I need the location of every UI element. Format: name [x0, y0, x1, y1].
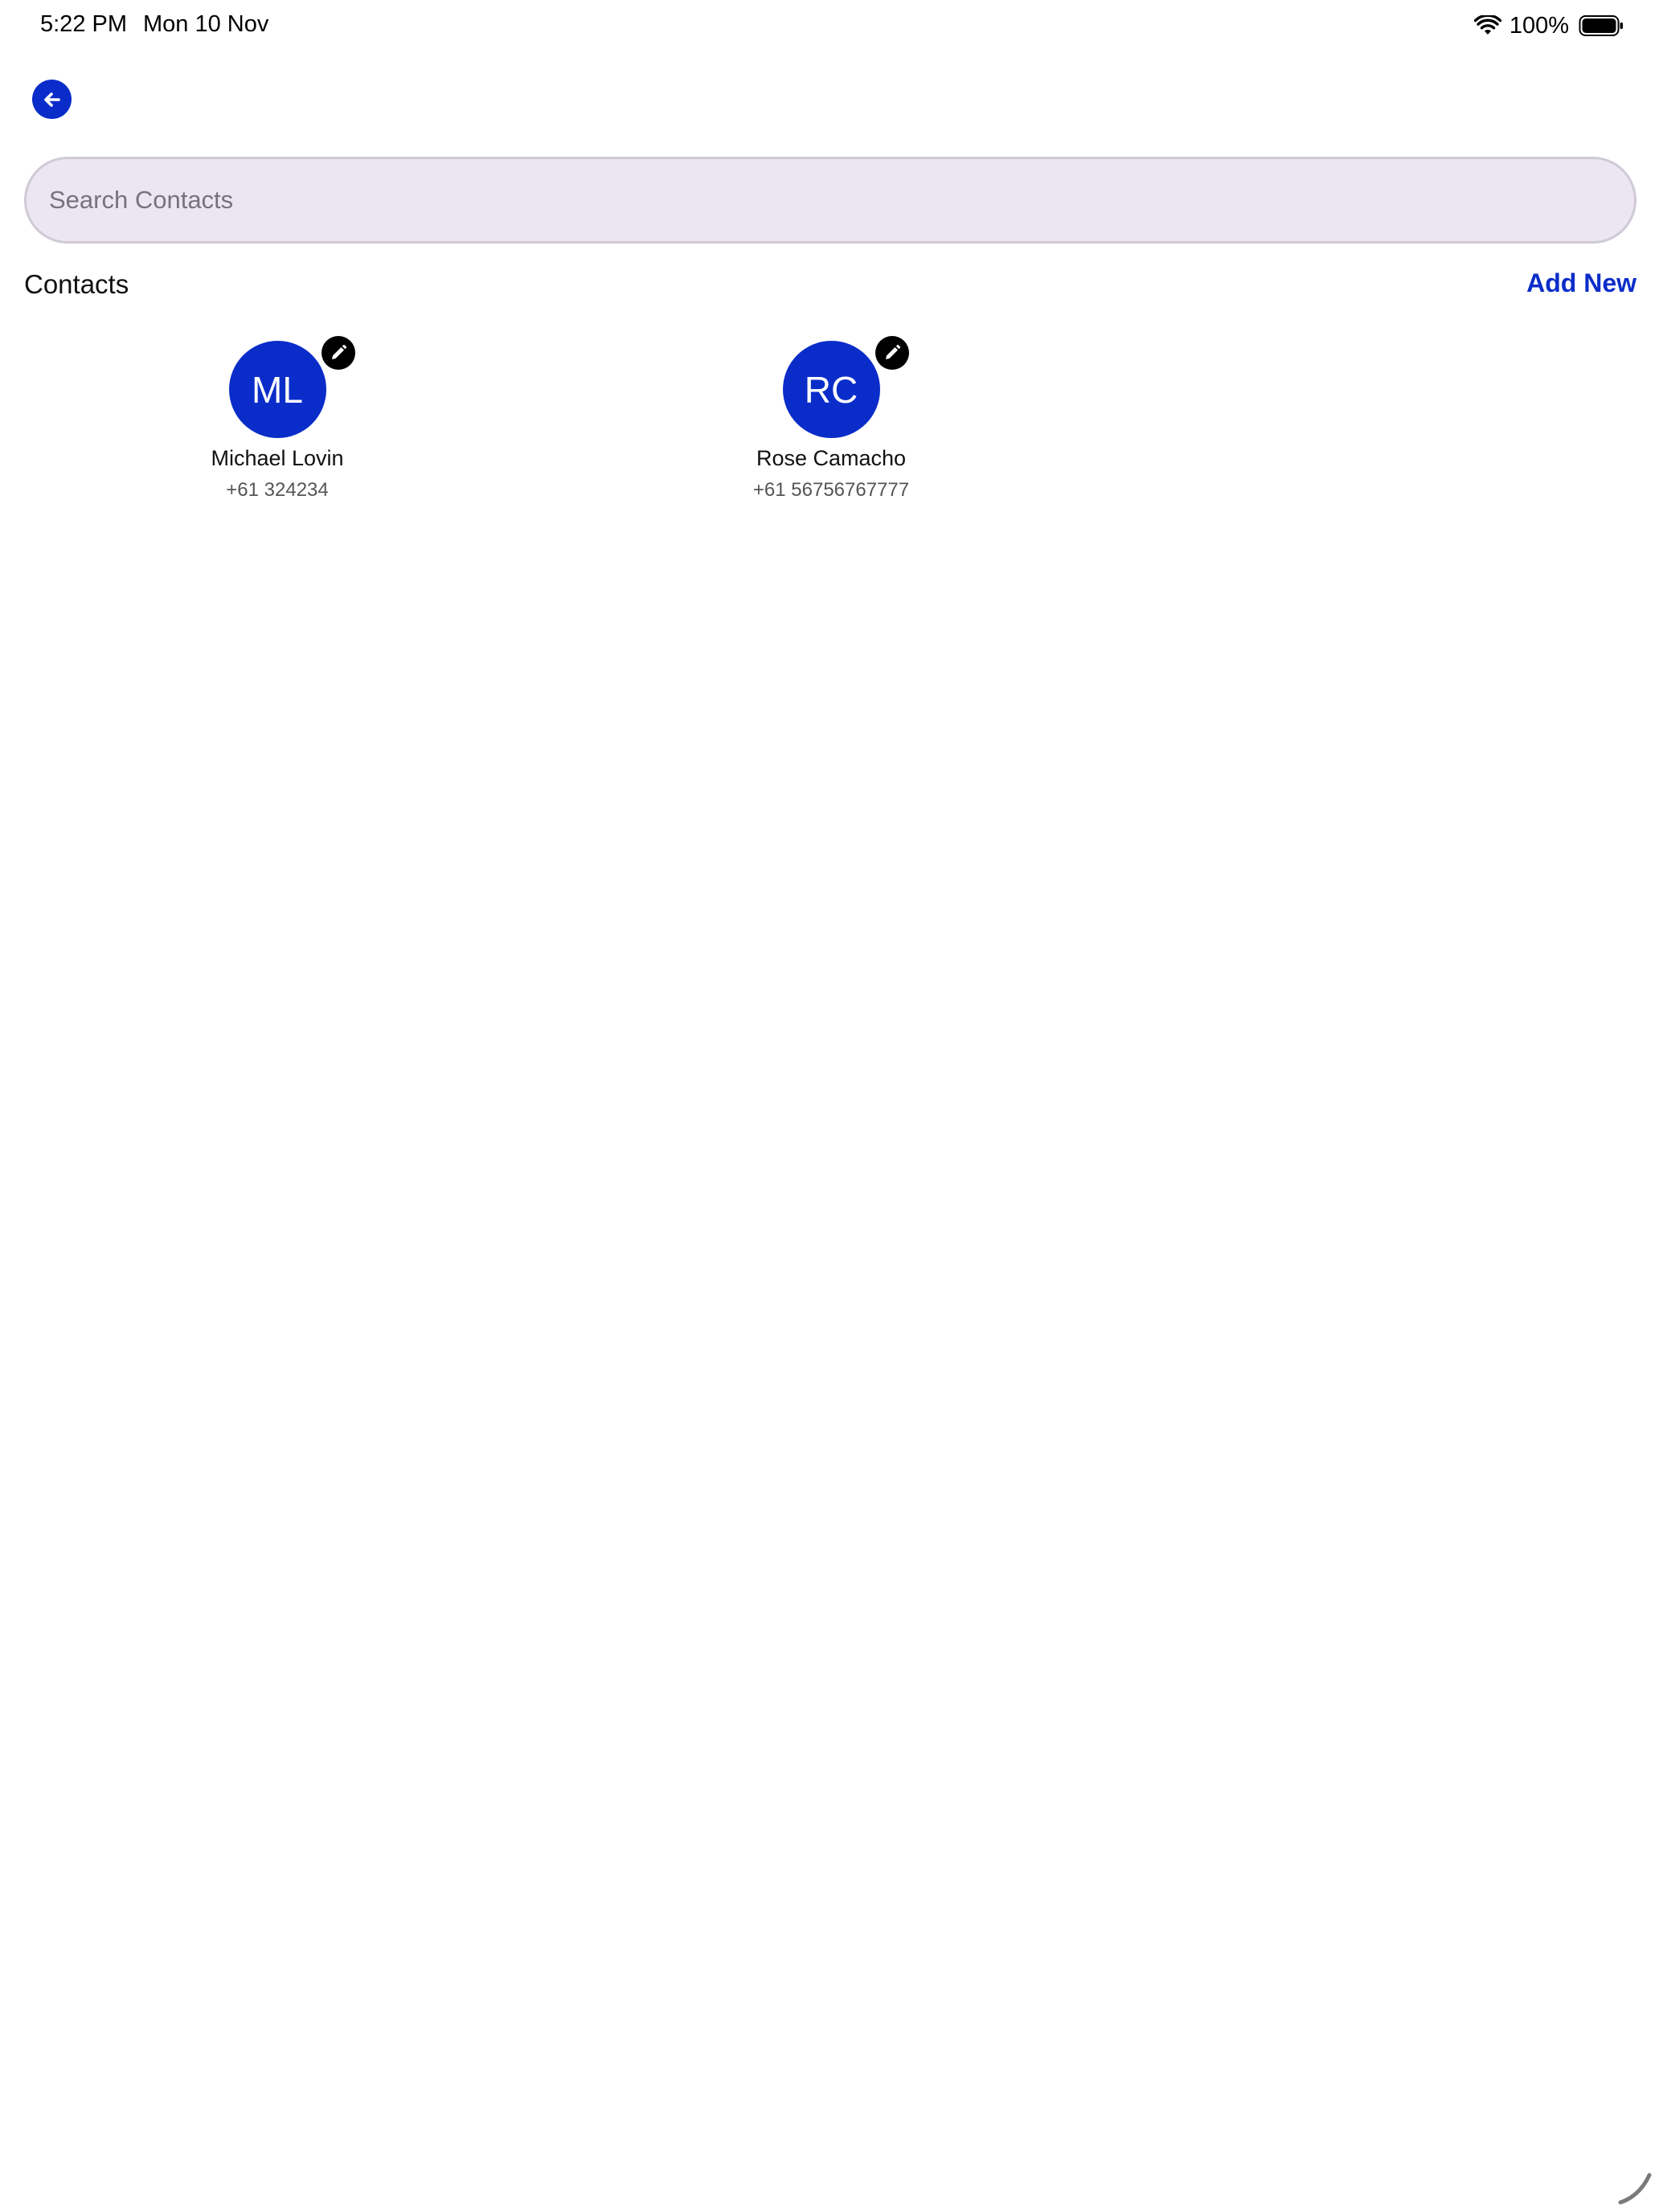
back-button[interactable]	[32, 80, 72, 119]
section-title: Contacts	[24, 269, 129, 299]
pencil-icon	[885, 344, 900, 359]
edit-contact-button[interactable]	[321, 336, 355, 370]
battery-icon	[1579, 15, 1623, 36]
home-indicator-corner	[1618, 2173, 1652, 2205]
avatar[interactable]: ML	[228, 336, 355, 438]
status-bar: 5:22 PM Mon 10 Nov 100%	[0, 0, 1659, 51]
contacts-screen: 5:22 PM Mon 10 Nov 100% Contacts Add New	[0, 0, 1659, 2212]
contact-name: Rose Camacho	[756, 446, 907, 470]
contact-card[interactable]: RC Rose Camacho +61 56756767777	[670, 336, 992, 514]
contact-phone: +61 324234	[226, 479, 329, 501]
avatar-initials: ML	[252, 368, 303, 411]
search-input[interactable]	[24, 157, 1636, 244]
avatar[interactable]: RC	[782, 336, 909, 438]
status-date: Mon 10 Nov	[143, 11, 269, 37]
pencil-icon	[331, 344, 346, 359]
status-time: 5:22 PM	[40, 11, 127, 37]
arrow-left-icon	[43, 92, 60, 107]
status-indicators: 100%	[1473, 10, 1624, 42]
avatar-initials: RC	[804, 368, 858, 411]
battery-percentage: 100%	[1509, 12, 1569, 39]
wifi-icon	[1473, 15, 1501, 35]
contact-card[interactable]: ML Michael Lovin +61 324234	[117, 336, 438, 514]
contact-phone: +61 56756767777	[752, 479, 910, 501]
edit-contact-button[interactable]	[875, 336, 909, 370]
contact-name: Michael Lovin	[211, 446, 344, 470]
add-new-button[interactable]: Add New	[1526, 268, 1636, 298]
